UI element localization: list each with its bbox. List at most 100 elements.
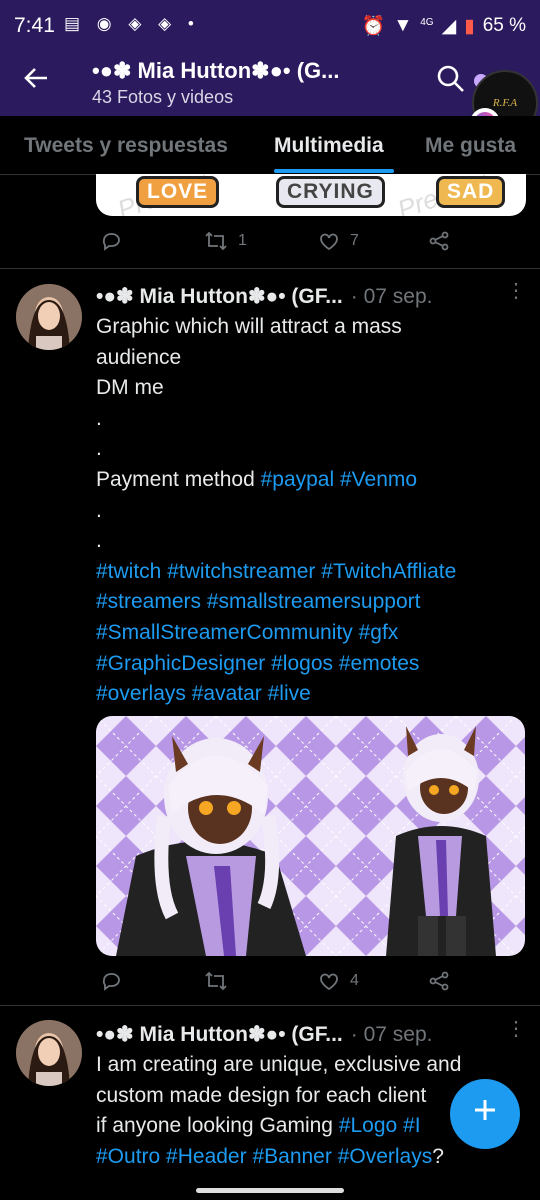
like-button[interactable]: 7 xyxy=(318,230,359,252)
reply-icon xyxy=(102,973,120,991)
previous-tweet-actions: 1 7 xyxy=(96,230,516,258)
more-icon[interactable]: ⋮ xyxy=(506,1019,526,1050)
tweet-line: DM me xyxy=(96,373,530,404)
notification-icons: ▤ ◉ ◈ ◈ • xyxy=(64,14,200,33)
back-arrow-icon[interactable] xyxy=(16,62,56,102)
tweet-text: Graphic which will attract a mass audienc… xyxy=(96,312,530,710)
hashtag-link[interactable]: #overlays xyxy=(96,682,186,705)
more-icon[interactable]: ⋮ xyxy=(506,281,526,312)
tweet-date[interactable]: · 07 sep. xyxy=(351,285,433,308)
tweet-line: I am creating are unique, exclusive and xyxy=(96,1050,530,1081)
reply-icon xyxy=(102,233,120,251)
tweet-line: #streamers #smallstreamersupport xyxy=(96,587,530,618)
plus-icon xyxy=(475,1100,495,1120)
header-subtitle: 43 Fotos y videos xyxy=(92,87,234,107)
tweet-line: Payment method #paypal #Venmo xyxy=(96,465,530,496)
tweet-divider xyxy=(0,268,540,269)
tab-likes[interactable]: Me gusta xyxy=(425,134,516,158)
hashtag-link[interactable]: #emotes xyxy=(339,652,420,675)
network-label: 4G xyxy=(420,16,434,28)
hashtag-link[interactable]: #live xyxy=(268,682,311,705)
tab-media[interactable]: Multimedia xyxy=(274,134,384,158)
like-count: 7 xyxy=(350,232,359,249)
hashtag-link[interactable]: #paypal xyxy=(261,468,335,491)
hashtag-link[interactable]: #Overlays xyxy=(338,1145,433,1168)
hashtag-link[interactable]: #Venmo xyxy=(340,468,417,491)
avatar[interactable] xyxy=(16,284,82,350)
tweet-line: Graphic which will attract a mass xyxy=(96,312,530,343)
tweet-line: . xyxy=(96,404,530,435)
hashtag-link[interactable]: #Logo xyxy=(339,1114,397,1137)
hashtag-link[interactable]: #twitch xyxy=(96,560,161,583)
tweet-text-segment: . xyxy=(96,406,102,430)
compose-tweet-button[interactable] xyxy=(450,1079,520,1149)
author-name[interactable]: •●✽ Mia Hutton✽●• (GF... xyxy=(96,285,343,308)
tweet-text-segment: . xyxy=(96,498,102,522)
hashtag-link[interactable]: #Outro xyxy=(96,1145,160,1168)
hashtag-link[interactable]: #I xyxy=(403,1114,421,1137)
tweet-text-segment: Payment method xyxy=(96,467,261,491)
tweet-line: . xyxy=(96,526,530,557)
tweet-header: •●✽ Mia Hutton✽●• (GF... · 07 sep. xyxy=(96,284,526,309)
system-nav-bar xyxy=(0,1178,540,1200)
header-title: •●✽ Mia Hutton✽●• (G... xyxy=(92,58,340,83)
profile-tabs: Tweets y respuestas Multimedia Me gusta xyxy=(0,116,540,175)
hashtag-link[interactable]: #TwitchAffliate xyxy=(321,560,456,583)
home-gesture-pill[interactable] xyxy=(196,1188,344,1193)
tweet-text-segment: . xyxy=(96,529,102,553)
tweet-line: audience xyxy=(96,343,530,374)
hashtag-link[interactable]: #streamers xyxy=(96,590,201,613)
hashtag-link[interactable]: #avatar xyxy=(192,682,262,705)
tweet-date[interactable]: · 07 sep. xyxy=(351,1023,433,1046)
reply-button[interactable] xyxy=(100,230,122,252)
hashtag-link[interactable]: #smallstreamersupport xyxy=(207,590,421,613)
share-button[interactable] xyxy=(428,230,450,252)
tweet-text-segment: if anyone looking Gaming xyxy=(96,1114,339,1138)
like-button[interactable]: 4 xyxy=(318,970,359,992)
previous-tweet-media[interactable]: Preview Preview LOVE CRYING SAD xyxy=(96,174,526,216)
retweet-count: 1 xyxy=(238,232,247,249)
tweet-text-segment: I am creating are unique, exclusive and xyxy=(96,1053,462,1076)
author-name[interactable]: •●✽ Mia Hutton✽●• (GF... xyxy=(96,1023,343,1046)
heart-icon xyxy=(320,973,338,991)
hashtag-link[interactable]: #GraphicDesigner xyxy=(96,652,265,675)
tweet-text-segment: ? xyxy=(432,1144,444,1168)
status-time: 7:41 xyxy=(14,14,55,37)
like-count: 4 xyxy=(350,972,359,989)
profile-header: •●✽ Mia Hutton✽●• (G... 43 Fotos y video… xyxy=(0,52,540,116)
tweet-line: #twitch #twitchstreamer #TwitchAffliate xyxy=(96,557,530,588)
tweet-header: •●✽ Mia Hutton✽●• (GF... · 07 sep. xyxy=(96,1022,526,1047)
reply-button[interactable] xyxy=(100,970,132,992)
tweet-divider xyxy=(0,1005,540,1006)
battery-icon: ▮ xyxy=(464,15,475,37)
tweet-text-segment: Graphic which will attract a mass xyxy=(96,315,402,338)
tweet-line: #SmallStreamerCommunity #gfx xyxy=(96,618,530,649)
hashtag-link[interactable]: #logos xyxy=(271,652,333,675)
hashtag-link[interactable]: #SmallStreamerCommunity xyxy=(96,621,353,644)
tweet-media-image[interactable] xyxy=(96,716,525,956)
share-icon xyxy=(429,231,449,251)
heart-icon xyxy=(320,233,338,251)
battery-label: 65 % xyxy=(482,15,526,36)
tweet-text-segment: . xyxy=(96,437,102,461)
tweet-actions: 4 xyxy=(96,970,516,998)
sticker-label: LOVE xyxy=(136,176,220,208)
search-icon[interactable] xyxy=(436,64,466,94)
tweet-text-segment: audience xyxy=(96,345,182,369)
retweet-button[interactable] xyxy=(204,970,238,992)
hashtag-link[interactable]: #Header xyxy=(166,1145,247,1168)
status-bar: 7:41 ▤ ◉ ◈ ◈ • ⏰ ▼ 4G ◢ ▮ 65 % xyxy=(0,0,540,52)
retweet-icon xyxy=(205,971,227,991)
tab-tweets-replies[interactable]: Tweets y respuestas xyxy=(24,134,228,158)
tweet-line: #GraphicDesigner #logos #emotes xyxy=(96,649,530,680)
sticker-label: CRYING xyxy=(276,176,385,208)
tweet-line: . xyxy=(96,434,530,465)
hashtag-link[interactable]: #Banner xyxy=(252,1145,331,1168)
hashtag-link[interactable]: #gfx xyxy=(359,621,399,644)
share-button[interactable] xyxy=(428,970,450,992)
avatar[interactable] xyxy=(16,1020,82,1086)
retweet-icon xyxy=(205,231,227,251)
retweet-button[interactable]: 1 xyxy=(204,230,247,252)
tweet-line: #Outro #Header #Banner #Overlays? xyxy=(96,1142,530,1173)
hashtag-link[interactable]: #twitchstreamer xyxy=(167,560,315,583)
